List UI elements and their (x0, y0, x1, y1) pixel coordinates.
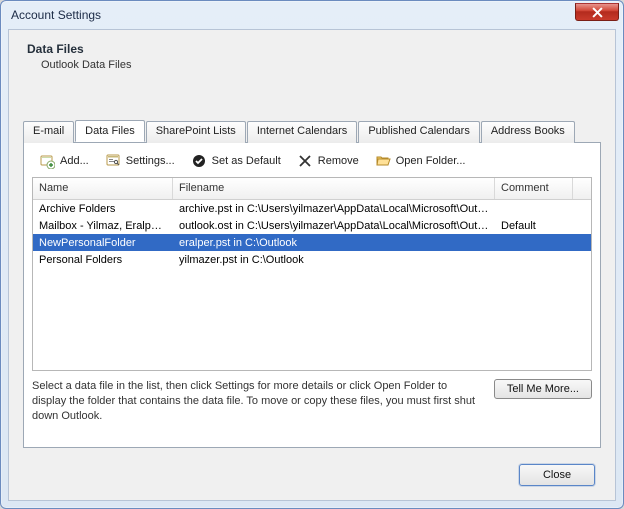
table-row[interactable]: NewPersonalFoldereralper.pst in C:\Outlo… (33, 234, 591, 251)
data-files-list[interactable]: Name Filename Comment Archive Foldersarc… (32, 177, 592, 371)
cell-filename: eralper.pst in C:\Outlook (173, 236, 495, 250)
table-row[interactable]: Archive Foldersarchive.pst in C:\Users\y… (33, 200, 591, 217)
set-default-label: Set as Default (212, 155, 281, 167)
tabs-container: E-mailData FilesSharePoint ListsInternet… (23, 120, 601, 448)
cell-name: NewPersonalFolder (33, 236, 173, 250)
cell-spacer (573, 208, 591, 210)
dialog-body: Data Files Outlook Data Files E-mailData… (8, 29, 616, 501)
tab-e-mail[interactable]: E-mail (23, 121, 74, 143)
settings-label: Settings... (126, 155, 175, 167)
settings-button[interactable]: Settings... (100, 151, 180, 171)
tab-panel-data-files: Add... Settings... Set as Default (23, 142, 601, 448)
add-label: Add... (60, 155, 89, 167)
list-header: Name Filename Comment (33, 178, 591, 200)
tabs-row: E-mailData FilesSharePoint ListsInternet… (23, 120, 601, 142)
list-body: Archive Foldersarchive.pst in C:\Users\y… (33, 200, 591, 268)
open-folder-button[interactable]: Open Folder... (370, 151, 471, 171)
table-row[interactable]: Mailbox - Yilmaz, Eralper ...outlook.ost… (33, 217, 591, 234)
table-row[interactable]: Personal Foldersyilmazer.pst in C:\Outlo… (33, 251, 591, 268)
cell-spacer (573, 259, 591, 261)
add-button[interactable]: Add... (34, 151, 94, 171)
tab-published-calendars[interactable]: Published Calendars (358, 121, 480, 143)
column-filename[interactable]: Filename (173, 178, 495, 199)
header-block: Data Files Outlook Data Files (9, 30, 615, 79)
window-close-button[interactable] (575, 3, 619, 21)
settings-icon (105, 153, 121, 169)
cell-spacer (573, 225, 591, 227)
cell-comment (495, 259, 573, 261)
window-title: Account Settings (11, 8, 575, 22)
column-spacer (573, 178, 591, 199)
cell-name: Archive Folders (33, 202, 173, 216)
account-settings-window: Account Settings Data Files Outlook Data… (0, 0, 624, 509)
tab-sharepoint-lists[interactable]: SharePoint Lists (146, 121, 246, 143)
folder-open-icon (375, 153, 391, 169)
cell-spacer (573, 242, 591, 244)
column-comment[interactable]: Comment (495, 178, 573, 199)
cell-filename: outlook.ost in C:\Users\yilmazer\AppData… (173, 219, 495, 233)
cell-filename: archive.pst in C:\Users\yilmazer\AppData… (173, 202, 495, 216)
cell-filename: yilmazer.pst in C:\Outlook (173, 253, 495, 267)
column-name[interactable]: Name (33, 178, 173, 199)
check-circle-icon (191, 153, 207, 169)
cell-name: Mailbox - Yilmaz, Eralper ... (33, 219, 173, 233)
tell-me-more-button[interactable]: Tell Me More... (494, 379, 592, 399)
close-button[interactable]: Close (519, 464, 595, 486)
cell-comment (495, 208, 573, 210)
page-subtitle: Outlook Data Files (27, 56, 597, 71)
cell-comment (495, 242, 573, 244)
remove-icon (297, 153, 313, 169)
hint-text: Select a data file in the list, then cli… (32, 379, 484, 424)
tab-internet-calendars[interactable]: Internet Calendars (247, 121, 358, 143)
hint-row: Select a data file in the list, then cli… (32, 371, 592, 424)
remove-label: Remove (318, 155, 359, 167)
set-default-button[interactable]: Set as Default (186, 151, 286, 171)
remove-button[interactable]: Remove (292, 151, 364, 171)
titlebar[interactable]: Account Settings (1, 1, 623, 29)
cell-comment: Default (495, 219, 573, 233)
page-title: Data Files (27, 42, 597, 56)
tab-data-files[interactable]: Data Files (75, 120, 145, 142)
open-folder-label: Open Folder... (396, 155, 466, 167)
add-icon (39, 153, 55, 169)
toolbar: Add... Settings... Set as Default (32, 151, 592, 177)
tab-address-books[interactable]: Address Books (481, 121, 575, 143)
close-icon (592, 7, 603, 18)
cell-name: Personal Folders (33, 253, 173, 267)
